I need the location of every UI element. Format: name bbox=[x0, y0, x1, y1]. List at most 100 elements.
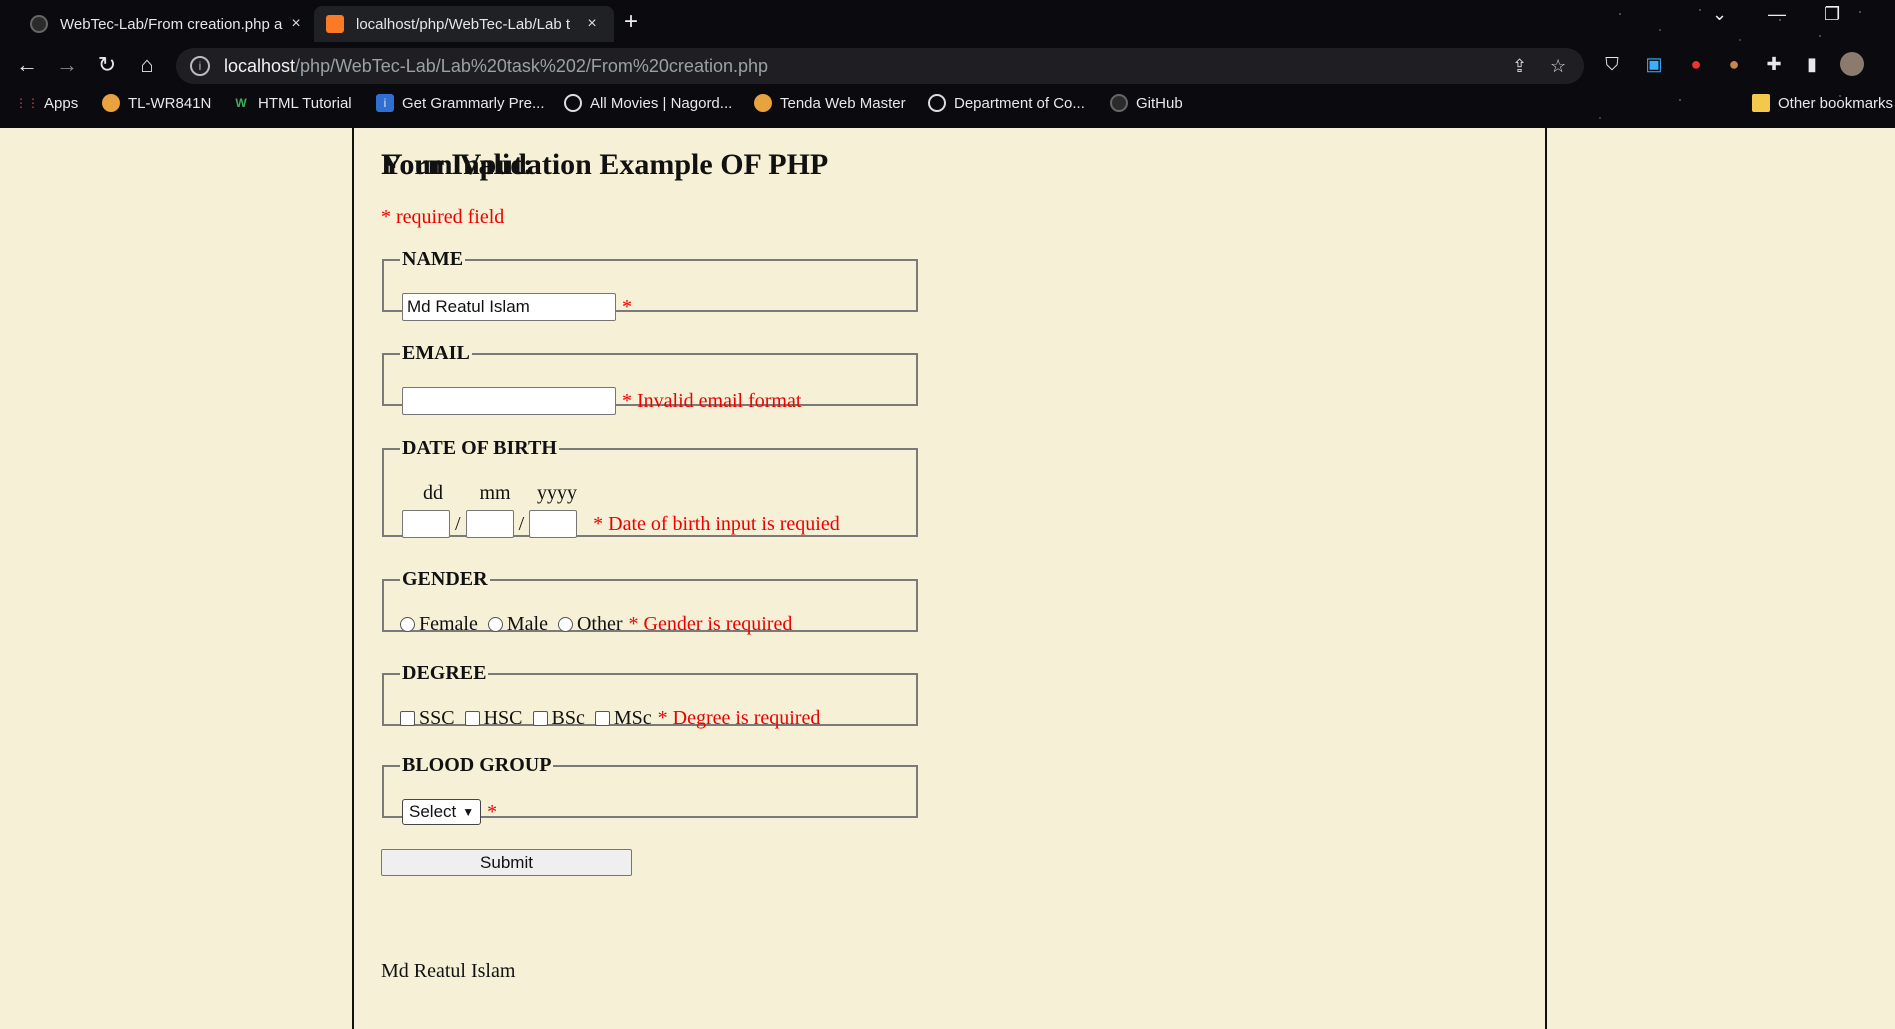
email-legend: EMAIL bbox=[402, 342, 470, 364]
address-path: /php/WebTec-Lab/Lab%20task%202/From%20cr… bbox=[295, 55, 769, 76]
restore-icon[interactable]: ❐ bbox=[1824, 4, 1840, 25]
close-tab-icon[interactable]: × bbox=[582, 15, 602, 33]
back-arrow-icon[interactable]: ← bbox=[10, 48, 44, 82]
xampp-icon bbox=[326, 15, 344, 33]
side-panel-icon[interactable]: ▮ bbox=[1800, 52, 1824, 76]
dob-separator: / bbox=[518, 512, 525, 535]
tenda-icon bbox=[754, 94, 772, 112]
blood-group-legend: BLOOD GROUP bbox=[402, 754, 552, 776]
gender-error: * Gender is required bbox=[628, 613, 793, 635]
bookmark-label: TL-WR841N bbox=[128, 94, 212, 112]
dob-month-input[interactable] bbox=[465, 510, 514, 538]
degree-fieldset: DEGREE SSC HSC BSc MSc * Degree is requi… bbox=[382, 662, 918, 729]
gender-row: Female Male Other * Gender is required bbox=[394, 613, 792, 636]
translate-extension-icon[interactable]: ▣ bbox=[1642, 52, 1666, 76]
dob-month-label: mm bbox=[479, 482, 511, 504]
submit-button[interactable]: Submit bbox=[381, 849, 632, 876]
globe-icon bbox=[928, 94, 946, 112]
forward-arrow-icon[interactable]: → bbox=[50, 48, 84, 82]
degree-checkbox-bsc[interactable] bbox=[532, 711, 548, 726]
close-tab-icon[interactable]: × bbox=[286, 15, 306, 33]
star-icon[interactable]: ☆ bbox=[1550, 56, 1566, 77]
blood-group-selected: Select bbox=[409, 802, 457, 821]
bookmark-label: Tenda Web Master bbox=[780, 94, 906, 112]
bookmark-html-tutorial[interactable]: W HTML Tutorial bbox=[232, 94, 352, 112]
browser-chrome: WebTec-Lab/From creation.php a × localho… bbox=[0, 0, 1895, 128]
bookmark-label: GitHub bbox=[1136, 94, 1183, 112]
name-legend: NAME bbox=[402, 248, 464, 270]
bookmark-label: HTML Tutorial bbox=[258, 94, 352, 112]
cookie-extension-icon[interactable]: ● bbox=[1722, 52, 1746, 76]
blood-group-row: Select ▼ * bbox=[402, 799, 497, 825]
degree-checkbox-hsc[interactable] bbox=[464, 711, 480, 726]
email-row: * Invalid email format bbox=[402, 387, 801, 415]
bookmark-tl-wr841n[interactable]: TL-WR841N bbox=[102, 94, 211, 112]
tab-localhost[interactable]: localhost/php/WebTec-Lab/Lab t × bbox=[314, 6, 614, 42]
bookmark-grammarly[interactable]: i Get Grammarly Pre... bbox=[376, 94, 545, 112]
gender-radio-male[interactable] bbox=[487, 617, 503, 632]
blood-group-select[interactable]: Select ▼ bbox=[402, 799, 482, 825]
home-icon[interactable]: ⌂ bbox=[130, 48, 164, 82]
dob-day-input[interactable] bbox=[402, 510, 450, 538]
globe-icon bbox=[564, 94, 582, 112]
shield-extension-icon[interactable]: ⛉ bbox=[1600, 52, 1624, 76]
gender-fieldset: GENDER Female Male Other * Gender is req… bbox=[382, 568, 918, 635]
tab-title: localhost/php/WebTec-Lab/Lab t bbox=[356, 15, 571, 33]
name-input[interactable] bbox=[402, 293, 616, 321]
gender-radio-other[interactable] bbox=[557, 617, 573, 632]
dob-labels: dd mm yyyy bbox=[402, 482, 588, 505]
email-error: * Invalid email format bbox=[622, 389, 802, 412]
share-icon[interactable]: ⇪ bbox=[1512, 56, 1527, 77]
dob-legend: DATE OF BIRTH bbox=[402, 437, 557, 459]
degree-checkbox-msc[interactable] bbox=[594, 711, 610, 726]
dob-day-label: dd bbox=[423, 482, 443, 504]
dob-separator: / bbox=[455, 512, 461, 535]
dob-year-input[interactable] bbox=[529, 510, 578, 538]
chevron-down-icon[interactable]: ⌄ bbox=[1712, 4, 1727, 25]
address-host: localhost bbox=[224, 55, 296, 76]
github-icon bbox=[30, 15, 48, 33]
address-bar[interactable]: i localhost/php/WebTec-Lab/Lab%20task%20… bbox=[176, 48, 1584, 84]
gender-legend: GENDER bbox=[402, 568, 488, 590]
bookmark-tenda[interactable]: Tenda Web Master bbox=[754, 94, 906, 112]
record-extension-icon[interactable]: ● bbox=[1684, 52, 1708, 76]
your-input-heading: Your Input: bbox=[381, 148, 534, 181]
output-name: Md Reatul Islam bbox=[381, 960, 516, 982]
bookmark-apps[interactable]: ⋮⋮ Apps bbox=[15, 94, 78, 112]
degree-label-msc: MSc bbox=[613, 707, 652, 729]
info-icon: i bbox=[376, 94, 394, 112]
profile-avatar[interactable] bbox=[1840, 52, 1864, 76]
site-info-icon[interactable]: i bbox=[190, 56, 210, 76]
dob-fieldset: DATE OF BIRTH dd mm yyyy / / * Date of b… bbox=[382, 437, 918, 538]
gender-radio-female[interactable] bbox=[400, 617, 415, 632]
name-error: * bbox=[622, 295, 632, 318]
reload-icon[interactable]: ↻ bbox=[90, 48, 124, 82]
new-tab-button[interactable]: + bbox=[624, 8, 638, 36]
degree-row: SSC HSC BSc MSc * Degree is required bbox=[394, 707, 820, 730]
gender-label-male: Male bbox=[506, 613, 548, 635]
bookmarks-bar: ⋮⋮ Apps TL-WR841N W HTML Tutorial i Get … bbox=[0, 90, 1895, 122]
degree-label-ssc: SSC bbox=[419, 707, 455, 729]
email-input[interactable] bbox=[402, 387, 616, 415]
required-note: * required field bbox=[381, 206, 505, 228]
degree-checkbox-ssc[interactable] bbox=[400, 711, 415, 726]
bookmark-label: Department of Co... bbox=[954, 94, 1085, 112]
apps-grid-icon: ⋮⋮ bbox=[15, 96, 39, 110]
bookmark-label: All Movies | Nagord... bbox=[590, 94, 733, 112]
dob-row: / / * Date of birth input is requied bbox=[402, 510, 840, 538]
name-fieldset: NAME * bbox=[382, 248, 918, 321]
page-viewport: Form Validation Example OF PHP * require… bbox=[0, 128, 1895, 1029]
minimize-icon[interactable]: — bbox=[1768, 4, 1786, 25]
bookmark-all-movies[interactable]: All Movies | Nagord... bbox=[564, 94, 732, 112]
gender-label-other: Other bbox=[576, 613, 623, 635]
puzzle-extensions-icon[interactable]: ✚ bbox=[1762, 52, 1786, 76]
folder-icon bbox=[1752, 94, 1770, 112]
bookmark-label: Get Grammarly Pre... bbox=[402, 94, 545, 112]
other-bookmarks[interactable]: Other bookmarks bbox=[1752, 94, 1893, 112]
bookmark-github[interactable]: GitHub bbox=[1110, 94, 1183, 112]
bookmark-department[interactable]: Department of Co... bbox=[928, 94, 1085, 112]
github-icon bbox=[1110, 94, 1128, 112]
tab-github[interactable]: WebTec-Lab/From creation.php a × bbox=[18, 6, 318, 42]
degree-legend: DEGREE bbox=[402, 662, 487, 684]
degree-label-bsc: BSc bbox=[551, 707, 585, 729]
